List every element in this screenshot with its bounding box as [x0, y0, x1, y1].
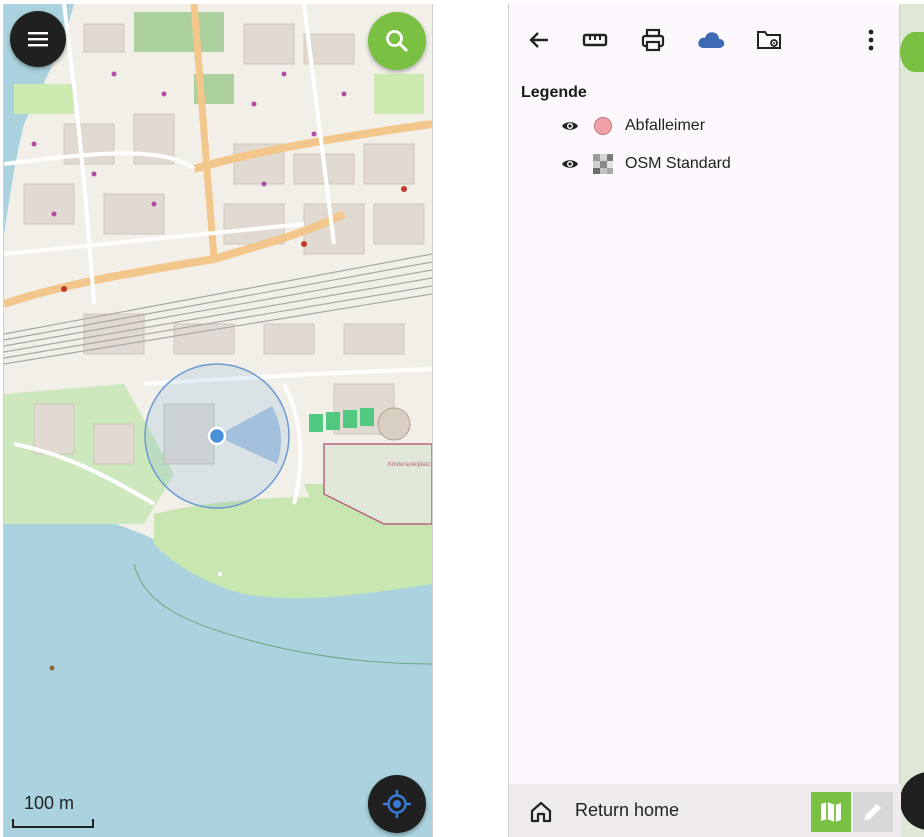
- map-scale: 100 m: [12, 793, 94, 829]
- edit-mode-button[interactable]: [853, 792, 893, 832]
- map-canvas[interactable]: Kinderspielplatz: [4, 4, 432, 837]
- scale-bar: [12, 819, 94, 828]
- home-icon[interactable]: [529, 800, 553, 824]
- back-button[interactable]: [523, 24, 555, 56]
- legend-title: Legende: [521, 84, 587, 101]
- gps-locate-icon: [383, 790, 411, 818]
- measure-button[interactable]: [579, 24, 611, 56]
- folder-settings-button[interactable]: [753, 24, 785, 56]
- search-button[interactable]: [368, 12, 426, 70]
- hamburger-menu-icon: [28, 32, 48, 47]
- search-button-peek: [900, 32, 924, 72]
- print-icon: [641, 28, 665, 52]
- legend-panel: Legende Abfalleimer OSM Standard Return …: [508, 4, 901, 837]
- visibility-toggle[interactable]: [559, 115, 581, 137]
- map-view[interactable]: Kinderspielplatz 100 m: [3, 4, 433, 837]
- visibility-toggle[interactable]: [559, 153, 581, 175]
- more-button[interactable]: [855, 24, 887, 56]
- menu-button[interactable]: [10, 11, 66, 67]
- eye-icon: [562, 122, 578, 130]
- legend-view: Legende Abfalleimer OSM Standard Return …: [508, 4, 924, 837]
- map-icon: [821, 802, 841, 822]
- checker-tile-swatch: [593, 154, 613, 174]
- scale-label: 100 m: [24, 793, 75, 813]
- print-button[interactable]: [637, 24, 669, 56]
- map-peek-strip: [900, 4, 924, 837]
- back-arrow-icon: [529, 32, 548, 48]
- layer-item-osm-standard[interactable]: OSM Standard: [559, 149, 889, 179]
- folder-settings-icon: [757, 31, 781, 49]
- layer-item-abfalleimer[interactable]: Abfalleimer: [559, 111, 889, 141]
- map-mode-button[interactable]: [811, 792, 851, 832]
- layer-label: OSM Standard: [625, 155, 731, 172]
- pencil-icon: [864, 804, 881, 821]
- map-label-kinderspielplatz: Kinderspielplatz: [388, 462, 430, 468]
- ruler-icon: [582, 33, 608, 47]
- toolbar: [509, 4, 901, 74]
- locate-button[interactable]: [368, 775, 426, 833]
- search-icon: [386, 30, 409, 53]
- cloud-icon: [698, 32, 725, 48]
- return-home-label[interactable]: Return home: [575, 800, 679, 821]
- more-vertical-icon: [868, 29, 874, 51]
- pink-circle-swatch: [594, 117, 612, 135]
- cloud-button[interactable]: [695, 24, 727, 56]
- layer-label: Abfalleimer: [625, 117, 706, 134]
- bottom-bar: Return home: [509, 784, 901, 837]
- eye-icon: [562, 160, 578, 168]
